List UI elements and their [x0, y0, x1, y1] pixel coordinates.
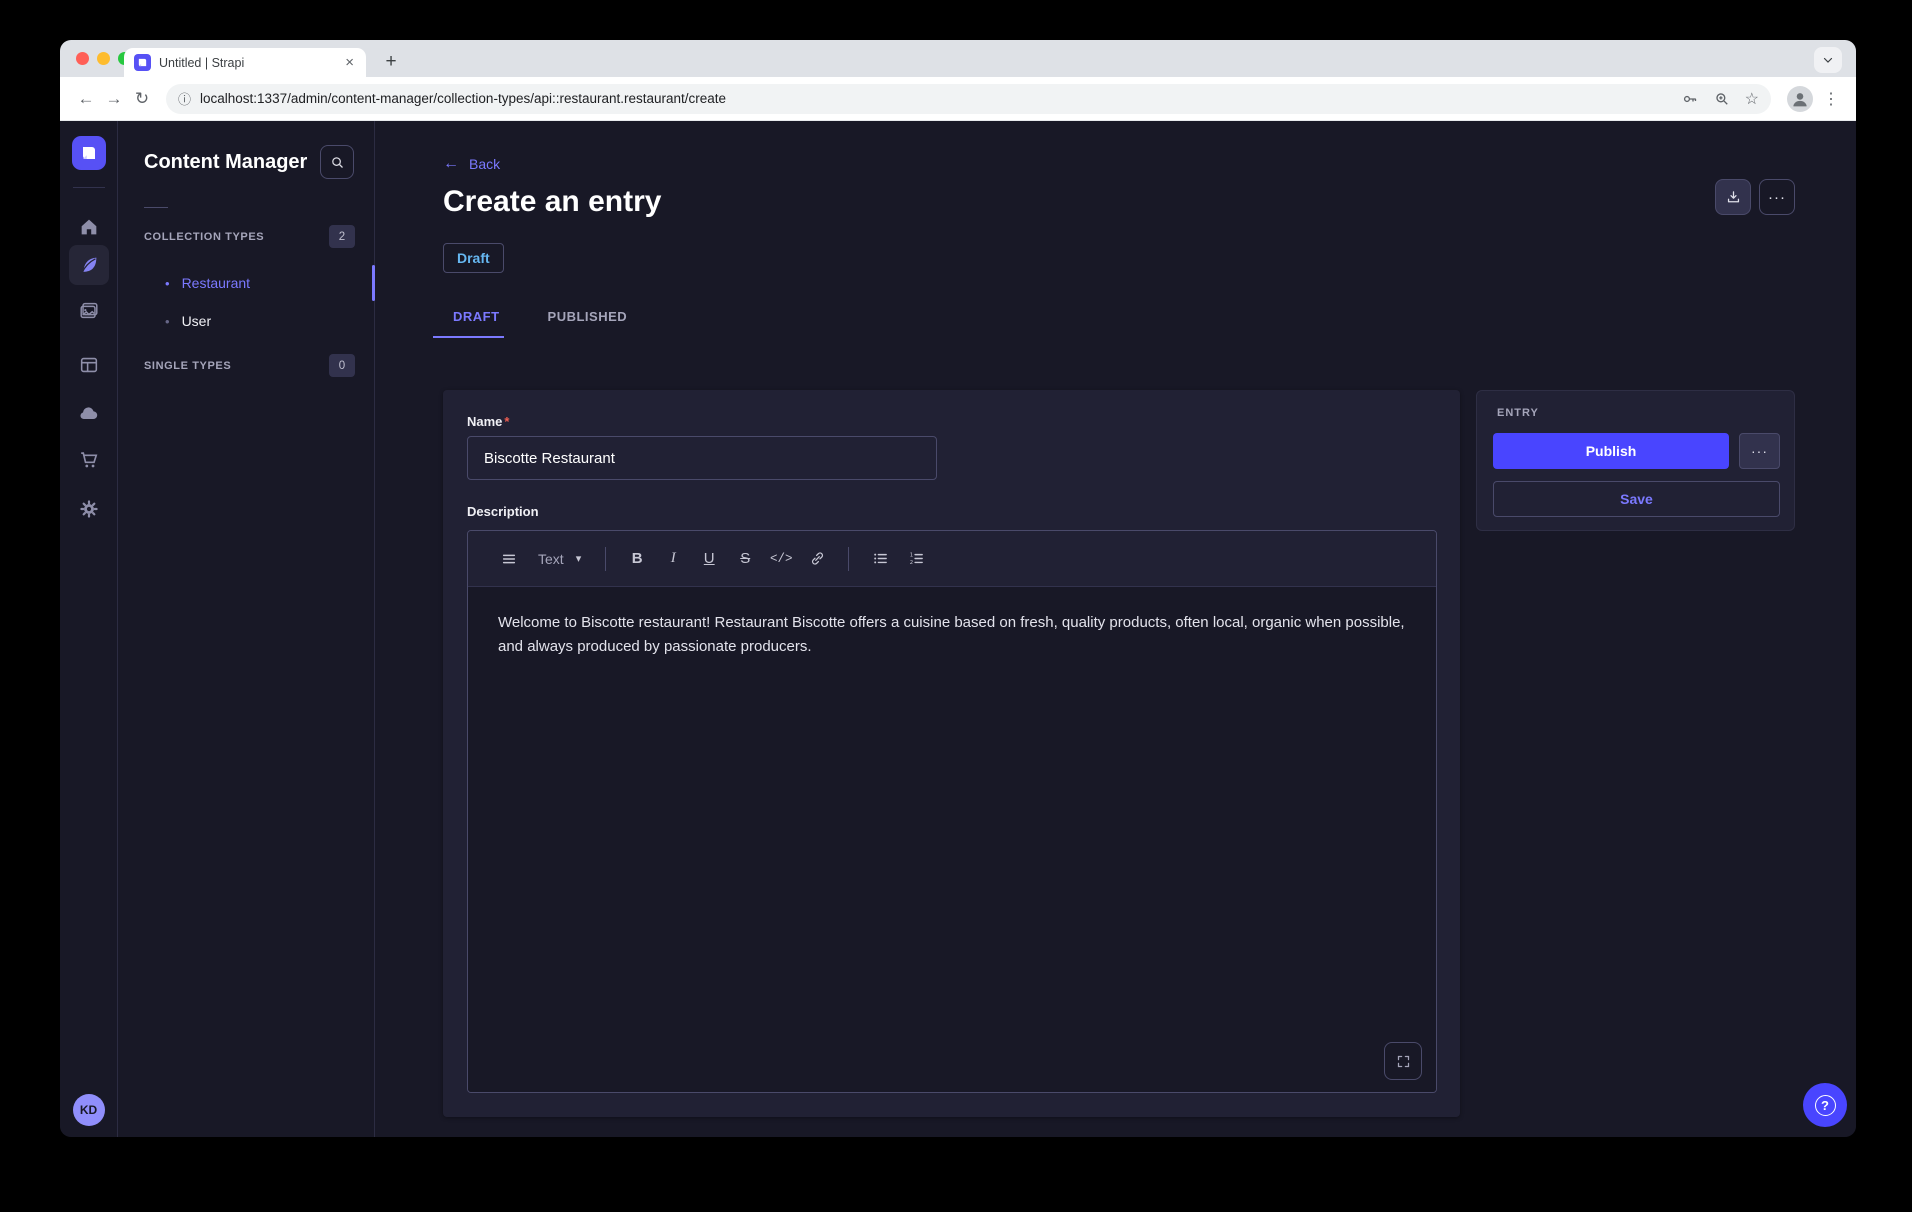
nav-home-icon[interactable] [69, 207, 109, 247]
svg-text:1: 1 [909, 552, 912, 558]
entry-more-button[interactable]: ··· [1739, 433, 1780, 469]
nav-content-manager-icon[interactable] [69, 245, 109, 285]
block-type-dropdown[interactable]: Text ▾ [530, 551, 589, 567]
user-avatar[interactable]: KD [73, 1094, 105, 1126]
back-nav-icon[interactable]: ← [72, 85, 100, 113]
description-rich-text-editor: Text ▾ B I U S </> [467, 530, 1437, 1093]
strapi-logo[interactable] [72, 136, 106, 170]
code-button[interactable]: </> [766, 544, 796, 574]
browser-toolbar: ← → ↻ ⓘ localhost:1337/admin/content-man… [60, 77, 1856, 121]
tab-draft[interactable]: DRAFT [443, 305, 510, 338]
export-download-button[interactable] [1715, 179, 1751, 215]
collection-types-count-badge: 2 [329, 225, 355, 248]
url-text[interactable]: localhost:1337/admin/content-manager/col… [200, 91, 1671, 106]
nav-settings-gear-icon[interactable] [69, 489, 109, 529]
nav-cloud-icon[interactable] [69, 393, 109, 433]
entry-panel-title: ENTRY [1497, 407, 1539, 419]
reload-icon[interactable]: ↻ [128, 85, 156, 113]
name-field-label: Name* [467, 414, 509, 429]
close-window-button[interactable] [76, 52, 89, 65]
browser-tab[interactable]: Untitled | Strapi × [124, 48, 366, 77]
tab-published[interactable]: PUBLISHED [538, 305, 638, 338]
search-button[interactable] [320, 145, 354, 179]
chevron-down-icon: ▾ [576, 552, 582, 565]
svg-text:2: 2 [909, 560, 912, 566]
strapi-favicon-icon [134, 54, 151, 71]
bulleted-list-button[interactable] [865, 544, 895, 574]
sidebar-item-restaurant[interactable]: • Restaurant [118, 265, 372, 301]
link-button[interactable] [802, 544, 832, 574]
bullet-icon: • [165, 315, 170, 328]
publish-button[interactable]: Publish [1493, 433, 1729, 469]
back-label: Back [469, 156, 500, 172]
tab-search-chevron-icon[interactable] [1814, 47, 1842, 73]
version-tabs: DRAFT PUBLISHED [443, 305, 637, 338]
window-controls [76, 52, 131, 65]
tab-title: Untitled | Strapi [159, 56, 343, 70]
block-type-value: Text [538, 551, 564, 567]
sidebar-item-label: User [182, 313, 212, 329]
editor-toolbar: Text ▾ B I U S </> [468, 531, 1436, 587]
underline-button[interactable]: U [694, 544, 724, 574]
header-more-button[interactable]: ··· [1759, 179, 1795, 215]
bookmark-star-icon[interactable]: ☆ [1745, 89, 1759, 109]
zoom-page-icon[interactable] [1713, 90, 1731, 108]
nav-marketplace-icon[interactable] [69, 440, 109, 480]
entry-side-panel: ENTRY Publish ··· Save [1476, 390, 1795, 531]
address-bar[interactable]: ⓘ localhost:1337/admin/content-manager/c… [166, 84, 1771, 114]
password-key-icon[interactable] [1681, 90, 1699, 108]
justify-icon[interactable] [494, 544, 524, 574]
collection-types-label: COLLECTION TYPES [144, 231, 264, 243]
site-info-icon[interactable]: ⓘ [178, 89, 191, 108]
description-text: Welcome to Biscotte restaurant! Restaura… [498, 611, 1406, 659]
main-content: ← Back Create an entry Draft ··· DRAFT P… [375, 121, 1856, 1137]
close-tab-icon[interactable]: × [343, 54, 356, 71]
new-tab-button[interactable]: + [378, 49, 404, 75]
nav-divider [73, 187, 105, 188]
draft-status-badge: Draft [443, 243, 504, 273]
expand-editor-button[interactable] [1384, 1042, 1422, 1080]
editor-content[interactable]: Welcome to Biscotte restaurant! Restaura… [468, 587, 1436, 1093]
content-manager-panel: Content Manager COLLECTION TYPES 2 • Res… [118, 121, 375, 1137]
toolbar-separator [848, 547, 849, 571]
back-arrow-icon: ← [443, 155, 459, 173]
single-types-count-badge: 0 [329, 354, 355, 377]
forward-nav-icon[interactable]: → [100, 85, 128, 113]
sidebar-item-user[interactable]: • User [118, 303, 372, 339]
tab-strip: Untitled | Strapi × + [60, 40, 1856, 77]
page-title: Create an entry [443, 185, 661, 219]
browser-profile-avatar[interactable] [1787, 86, 1813, 112]
toolbar-separator [605, 547, 606, 571]
nav-content-type-builder-icon[interactable] [69, 345, 109, 385]
name-input[interactable] [467, 436, 937, 480]
panel-title: Content Manager [144, 151, 307, 174]
single-types-label: SINGLE TYPES [144, 360, 231, 372]
bold-button[interactable]: B [622, 544, 652, 574]
required-asterisk: * [504, 414, 509, 429]
main-navigation: KD [60, 121, 118, 1137]
minimize-window-button[interactable] [97, 52, 110, 65]
bullet-icon: • [165, 277, 170, 290]
question-mark-icon: ? [1815, 1095, 1836, 1116]
save-button[interactable]: Save [1493, 481, 1780, 517]
numbered-list-button[interactable]: 12 [901, 544, 931, 574]
description-field-label: Description [467, 504, 539, 519]
strapi-admin: KD Content Manager COLLECTION TYPES 2 • … [60, 121, 1856, 1137]
italic-button[interactable]: I [658, 544, 688, 574]
back-link[interactable]: ← Back [443, 155, 500, 173]
browser-menu-icon[interactable]: ⋮ [1819, 89, 1844, 109]
browser-window: Untitled | Strapi × + ← → ↻ ⓘ localhost:… [60, 40, 1856, 1137]
entry-form-card: Name* Description Text ▾ [443, 390, 1460, 1117]
sidebar-item-label: Restaurant [182, 275, 250, 291]
panel-divider [144, 207, 168, 208]
strikethrough-button[interactable]: S [730, 544, 760, 574]
help-button[interactable]: ? [1803, 1083, 1847, 1127]
nav-media-library-icon[interactable] [69, 291, 109, 331]
